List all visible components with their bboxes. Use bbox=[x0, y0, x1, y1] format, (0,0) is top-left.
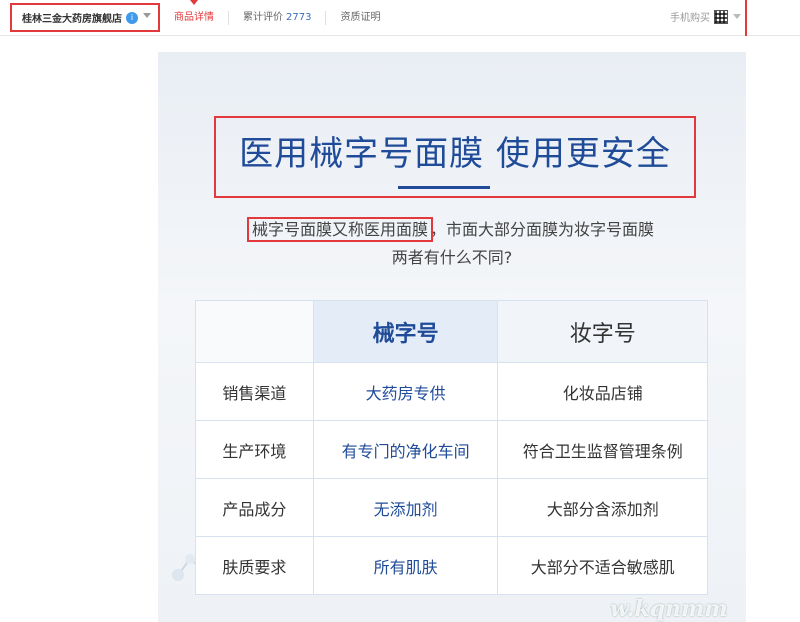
table-row: 销售渠道 大药房专供 化妆品店铺 bbox=[195, 362, 708, 421]
table-header-cell bbox=[195, 300, 314, 363]
table-cell: 所有肌肤 bbox=[312, 536, 499, 595]
table-cell: 肤质要求 bbox=[195, 536, 314, 595]
comparison-table: 械字号 妆字号 销售渠道 大药房专供 化妆品店铺 生产环境 有专门的净化车间 符… bbox=[195, 300, 708, 595]
table-header-cell: 械字号 bbox=[312, 300, 499, 363]
table-cell: 销售渠道 bbox=[195, 362, 314, 421]
table-cell: 生产环境 bbox=[195, 420, 314, 479]
tab-qualifications[interactable]: 资质证明 bbox=[325, 11, 394, 25]
table-cell: 有专门的净化车间 bbox=[312, 420, 499, 479]
table-row: 产品成分 无添加剂 大部分含添加剂 bbox=[195, 478, 708, 537]
table-header-cell: 妆字号 bbox=[497, 300, 708, 363]
title-underline bbox=[398, 186, 490, 189]
active-tab-marker bbox=[190, 0, 198, 5]
table-cell: 大部分不适合敏感肌 bbox=[497, 536, 708, 595]
store-info-badge-icon[interactable]: i bbox=[126, 11, 138, 24]
table-row: 肤质要求 所有肌肤 大部分不适合敏感肌 bbox=[195, 536, 708, 595]
tab-product-details[interactable]: 商品详情 bbox=[160, 11, 228, 25]
divider bbox=[745, 0, 747, 36]
table-row: 生产环境 有专门的净化车间 符合卫生监督管理条例 bbox=[195, 420, 708, 479]
table-cell: 大药房专供 bbox=[312, 362, 499, 421]
table-header-row: 械字号 妆字号 bbox=[195, 300, 708, 363]
table-cell: 大部分含添加剂 bbox=[497, 478, 708, 537]
tab-reviews[interactable]: 累计评价 2773 bbox=[228, 11, 325, 25]
table-cell: 无添加剂 bbox=[312, 478, 499, 537]
chevron-down-icon[interactable] bbox=[733, 14, 741, 19]
table-cell: 产品成分 bbox=[195, 478, 314, 537]
review-count: 2773 bbox=[286, 12, 312, 23]
subtitle-highlight: 械字号面膜又称医用面膜 bbox=[246, 217, 434, 242]
subtitle-line-1: 械字号面膜又称医用面膜 ，市面大部分面膜为妆字号面膜 bbox=[158, 216, 746, 242]
top-navigation-bar: 桂林三金大药房旗舰店 i 商品详情 累计评价 2773 资质证明 手机购买 bbox=[0, 0, 800, 36]
chevron-down-icon[interactable] bbox=[143, 13, 151, 18]
product-tabs: 商品详情 累计评价 2773 资质证明 bbox=[160, 0, 394, 36]
store-name[interactable]: 桂林三金大药房旗舰店 bbox=[22, 10, 122, 25]
mobile-purchase-label: 手机购买 bbox=[670, 13, 710, 24]
subtitle-line-2: 两者有什么不同? bbox=[391, 248, 513, 267]
watermark: w.kqnmm bbox=[610, 596, 728, 622]
store-selector[interactable]: 桂林三金大药房旗舰店 i bbox=[10, 3, 160, 32]
table-cell: 化妆品店铺 bbox=[497, 362, 708, 421]
page-title: 医用械字号面膜 使用更安全 bbox=[239, 134, 671, 174]
subtitle-rest: ，市面大部分面膜为妆字号面膜 bbox=[430, 220, 655, 239]
table-cell: 符合卫生监督管理条例 bbox=[497, 420, 708, 479]
mobile-purchase[interactable]: 手机购买 bbox=[670, 9, 741, 24]
tab-reviews-label: 累计评价 bbox=[243, 12, 283, 23]
qr-code-icon[interactable] bbox=[714, 9, 728, 24]
